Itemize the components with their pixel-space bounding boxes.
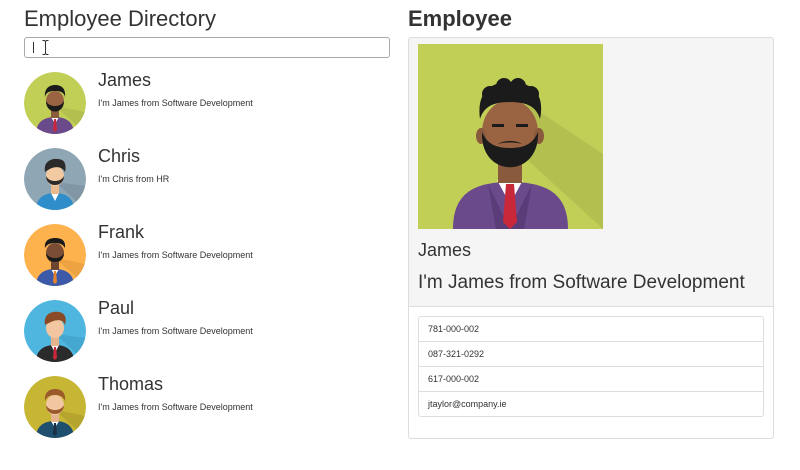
contact-sms[interactable]: 617-000-002 [419, 367, 763, 392]
list-item[interactable]: Chris I'm Chris from HR [24, 146, 390, 210]
employee-description: I'm James from Software Development [98, 402, 253, 412]
avatar-bearded-man-icon [24, 224, 86, 286]
detail-header: James I'm James from Software Developmen… [409, 38, 773, 306]
detail-name: James [418, 240, 472, 260]
avatar-bearded-man-icon [24, 376, 86, 438]
employee-name: Thomas [98, 374, 164, 394]
list-item[interactable]: James I'm James from Software Developmen… [24, 70, 390, 134]
contact-section: 781-000-002 087-321-0292 617-000-002 jta… [409, 307, 773, 438]
text-cursor [33, 42, 34, 53]
employee-photo-icon [418, 44, 603, 229]
avatar-man-quiff-icon [24, 148, 86, 210]
ibeam-cursor-icon [42, 40, 49, 55]
employee-name: Paul [98, 298, 135, 318]
list-item[interactable]: Paul I'm James from Software Development [24, 298, 390, 362]
contact-office-phone[interactable]: 781-000-002 [419, 317, 763, 342]
search-input[interactable] [24, 37, 390, 58]
employee-name: Frank [98, 222, 145, 242]
employee-description: I'm James from Software Development [98, 250, 253, 260]
contact-list: 781-000-002 087-321-0292 617-000-002 jta… [418, 316, 764, 417]
employee-description: I'm Chris from HR [98, 174, 170, 184]
employee-detail-panel: James I'm James from Software Developmen… [408, 37, 774, 439]
employee-name: James [98, 70, 152, 90]
employee-name: Chris [98, 146, 141, 166]
detail-description: I'm James from Software Development [418, 272, 745, 293]
avatar-man-tie-icon [24, 300, 86, 362]
page-title: Employee Directory [24, 6, 216, 31]
contact-mobile-phone[interactable]: 087-321-0292 [419, 342, 763, 367]
list-item[interactable]: Thomas I'm James from Software Developme… [24, 374, 390, 438]
employee-description: I'm James from Software Development [98, 326, 253, 336]
avatar-bearded-man-icon [24, 72, 86, 134]
employee-description: I'm James from Software Development [98, 98, 253, 108]
list-item[interactable]: Frank I'm James from Software Developmen… [24, 222, 390, 286]
contact-email[interactable]: jtaylor@company.ie [419, 392, 763, 416]
detail-title: Employee [408, 6, 512, 31]
